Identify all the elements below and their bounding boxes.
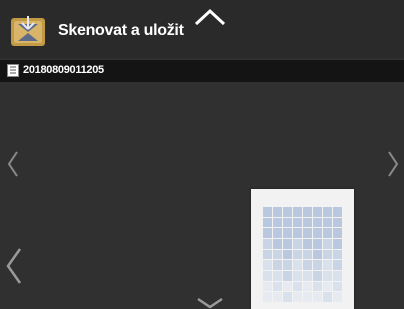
file-name-bar: 20180809011205 bbox=[0, 60, 404, 82]
document-icon bbox=[7, 64, 19, 77]
file-name: 20180809011205 bbox=[23, 64, 104, 76]
scan-to-folder-icon bbox=[11, 16, 45, 46]
scan-and-save-screen: Skenovat a uložit 20180809011205 bbox=[0, 0, 404, 309]
scanned-image-preview bbox=[263, 207, 342, 302]
next-page-icon[interactable] bbox=[386, 150, 400, 178]
header-bar: Skenovat a uložit bbox=[0, 0, 404, 58]
chevron-down-icon[interactable] bbox=[192, 296, 228, 309]
chevron-left-icon[interactable] bbox=[4, 246, 24, 286]
scan-preview-thumbnail[interactable] bbox=[251, 189, 354, 309]
previous-page-icon[interactable] bbox=[6, 150, 20, 178]
page-title: Skenovat a uložit bbox=[58, 22, 184, 39]
chevron-up-icon[interactable] bbox=[192, 6, 228, 28]
